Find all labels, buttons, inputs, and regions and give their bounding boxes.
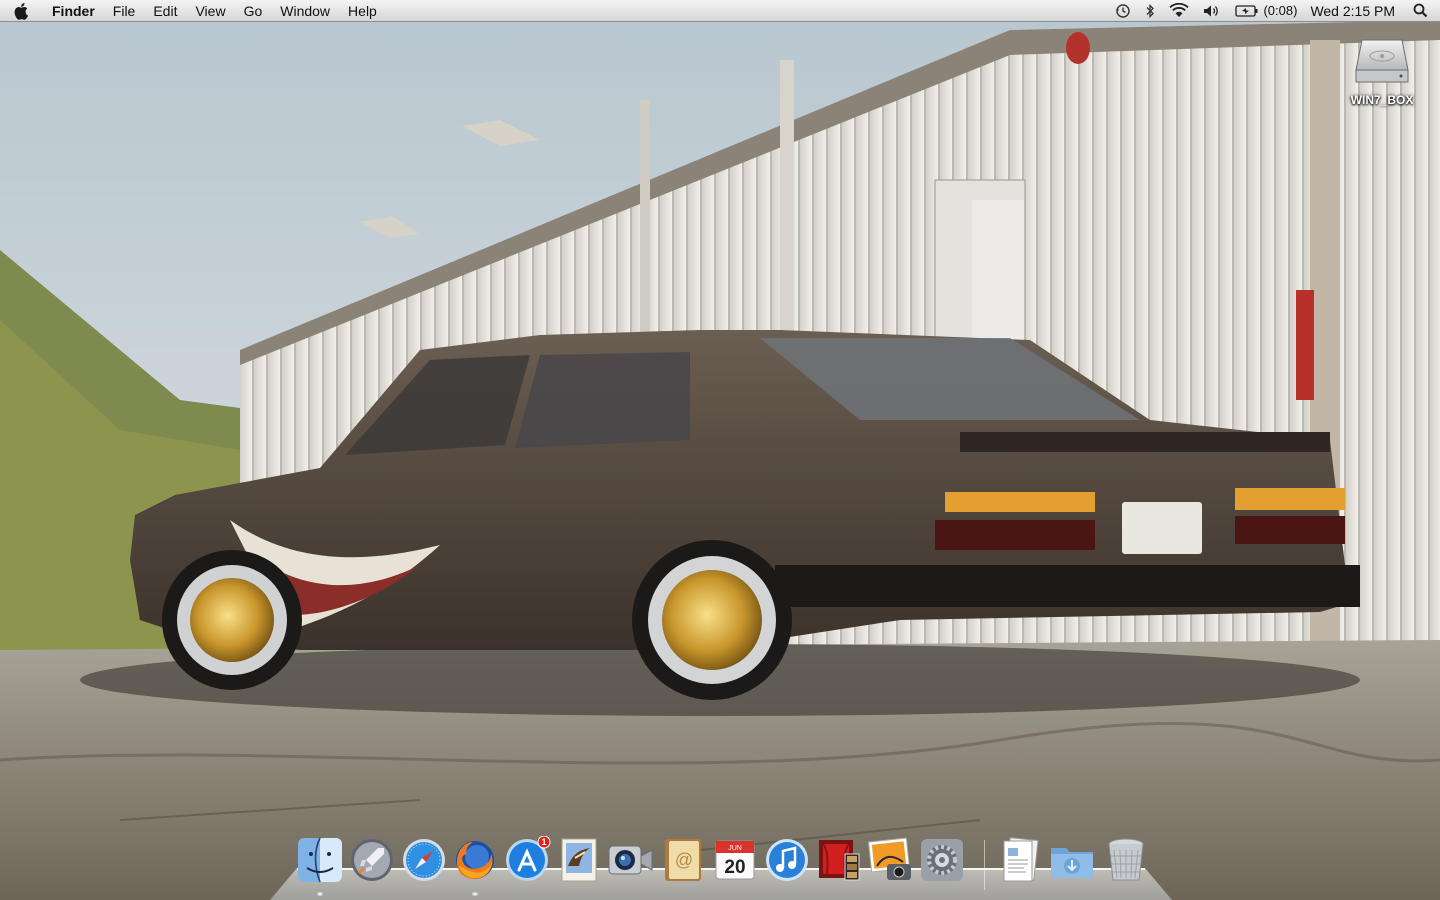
- firefox-running-indicator: [472, 892, 478, 896]
- app-store-icon[interactable]: 1: [503, 836, 551, 884]
- svg-text:@: @: [675, 850, 693, 870]
- desktop-icon-label: WIN7_BOX: [1350, 93, 1414, 107]
- trash-icon[interactable]: [1102, 836, 1150, 884]
- safari-icon[interactable]: [400, 836, 448, 884]
- menu-file[interactable]: File: [104, 0, 145, 22]
- finder-icon[interactable]: [296, 836, 344, 884]
- desktop-wallpaper: [0, 0, 1440, 900]
- apple-menu-icon[interactable]: [0, 0, 44, 22]
- menu-edit[interactable]: Edit: [144, 0, 186, 22]
- finder-running-indicator: [317, 892, 323, 896]
- menu-view[interactable]: View: [186, 0, 234, 22]
- bluetooth-icon[interactable]: [1138, 0, 1162, 22]
- menu-app-finder[interactable]: Finder: [44, 0, 104, 22]
- ical-icon[interactable]: JUN 20: [711, 836, 759, 884]
- time-machine-icon[interactable]: [1108, 0, 1138, 22]
- battery-time: (0:08): [1263, 3, 1298, 18]
- hard-drive-icon: [1355, 39, 1409, 83]
- launchpad-icon[interactable]: [348, 836, 396, 884]
- facetime-icon[interactable]: [606, 836, 654, 884]
- menu-window[interactable]: Window: [271, 0, 339, 22]
- system-preferences-icon[interactable]: [918, 836, 966, 884]
- app-store-badge: 1: [541, 837, 546, 847]
- clock[interactable]: Wed 2:15 PM: [1304, 0, 1405, 22]
- dock: 1 @ JUN 20: [0, 826, 1440, 900]
- address-book-icon[interactable]: @: [659, 836, 707, 884]
- itunes-icon[interactable]: [763, 836, 811, 884]
- dock-separator: [984, 840, 985, 890]
- documents-stack-icon[interactable]: [996, 836, 1044, 884]
- menu-bar: Finder File Edit View Go Window Help (0:…: [0, 0, 1440, 22]
- menu-help[interactable]: Help: [339, 0, 386, 22]
- desktop-icon-win7-box[interactable]: WIN7_BOX: [1340, 30, 1424, 107]
- ical-day: 20: [724, 857, 745, 878]
- wifi-icon[interactable]: [1162, 0, 1196, 22]
- battery-status[interactable]: (0:08): [1228, 0, 1304, 22]
- spotlight-search-icon[interactable]: [1405, 0, 1440, 22]
- downloads-folder-icon[interactable]: [1048, 836, 1096, 884]
- menu-go[interactable]: Go: [235, 0, 272, 22]
- firefox-icon[interactable]: [451, 836, 499, 884]
- ical-month: JUN: [728, 845, 742, 852]
- battery-charging-icon: [1235, 4, 1258, 17]
- iphoto-icon[interactable]: [867, 836, 915, 884]
- photo-booth-icon[interactable]: [815, 836, 863, 884]
- volume-icon[interactable]: [1196, 0, 1228, 22]
- mail-icon[interactable]: [555, 836, 603, 884]
